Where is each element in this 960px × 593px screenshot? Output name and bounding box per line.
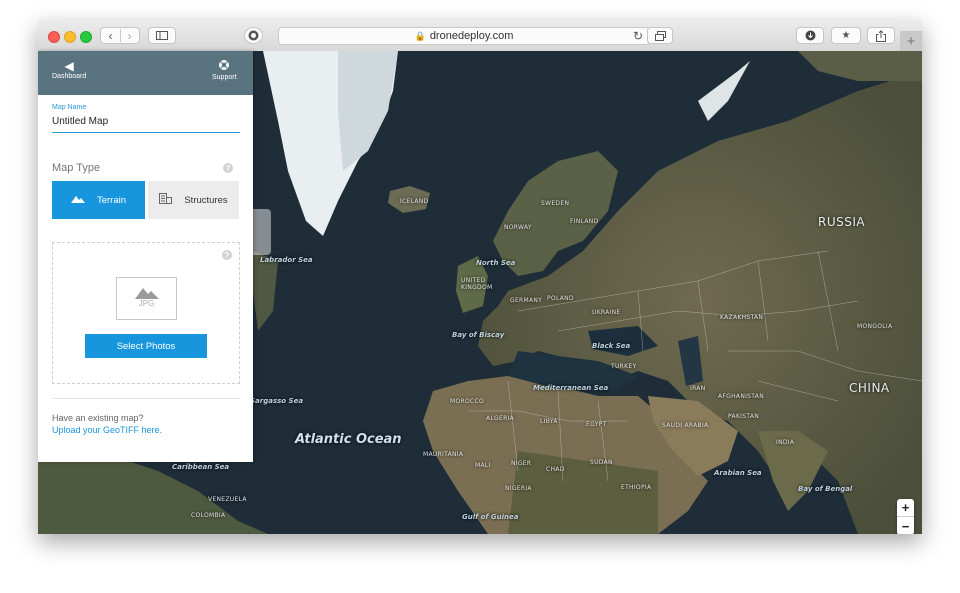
map-label-iceland: ICELAND	[400, 198, 429, 205]
mountain-icon	[70, 195, 85, 206]
map-label-germany: GERMANY	[510, 297, 543, 304]
map-label-pakistan: PAKISTAN	[728, 413, 760, 420]
map-name-input[interactable]: Untitled Map	[52, 116, 240, 133]
downloads-button[interactable]	[796, 27, 824, 44]
download-icon	[805, 30, 815, 41]
map-label-mauritania: MAURITANIA	[423, 451, 464, 458]
map-label-sargasso: Sargasso Sea	[250, 397, 304, 405]
maximize-window-button[interactable]	[80, 31, 92, 43]
map-label-chad: CHAD	[546, 466, 565, 473]
browser-toolbar: ‹ › 🔒 dronedeploy.com ↻ ★	[38, 20, 922, 52]
divider	[52, 398, 240, 399]
map-label-sweden: SWEDEN	[541, 200, 570, 207]
zoom-in-button[interactable]: +	[897, 499, 914, 517]
image-icon	[117, 285, 176, 299]
reload-icon[interactable]: ↻	[633, 29, 643, 43]
map-label-morocco: MOROCCO	[450, 398, 484, 405]
minimize-window-button[interactable]	[64, 31, 76, 43]
lifebuoy-icon	[212, 59, 237, 74]
back-icon[interactable]: ‹	[109, 29, 113, 43]
map-label-russia: RUSSIA	[818, 215, 866, 229]
map-label-gulf-of-guinea: Gulf of Guinea	[462, 513, 519, 521]
url-text: dronedeploy.com	[429, 30, 514, 42]
map-label-mongolia: MONGOLIA	[857, 323, 893, 330]
zoom-control: + −	[897, 499, 914, 534]
file-type-label: JPG	[138, 299, 155, 308]
map-label-iran: IRAN	[690, 385, 706, 392]
map-creation-sidebar: ◀ Dashboard Support Map Name Untitled Ma…	[38, 51, 253, 462]
structures-label: Structures	[184, 194, 228, 206]
help-icon[interactable]: ?	[223, 163, 233, 173]
dashboard-nav-button[interactable]: ◀ Dashboard	[52, 59, 86, 80]
map-label-kazakhstan: KAZAKHSTAN	[720, 314, 764, 321]
upload-help-icon[interactable]: ?	[222, 250, 232, 260]
map-label-mali: MALI	[475, 462, 491, 469]
back-arrow-icon: ◀	[64, 59, 74, 73]
map-label-afghanistan: AFGHANISTAN	[718, 393, 764, 400]
map-label-caribbean: Caribbean Sea	[172, 463, 230, 471]
share-button[interactable]	[867, 27, 895, 44]
star-icon: ★	[841, 30, 851, 41]
new-tab-button[interactable]: +	[900, 31, 922, 51]
map-label-india: INDIA	[776, 439, 795, 446]
map-label-nigeria: NIGERIA	[505, 485, 532, 492]
map-label-arabian-sea: Arabian Sea	[714, 469, 762, 477]
forward-icon[interactable]: ›	[128, 29, 132, 43]
map-label-libya: LIBYA	[540, 418, 558, 425]
map-label-saudi-arabia: SAUDI ARABIA	[662, 422, 709, 429]
terrain-type-button[interactable]: Terrain	[52, 181, 145, 219]
bookmark-button[interactable]: ★	[831, 27, 861, 44]
support-nav-button[interactable]: Support	[212, 59, 237, 81]
map-label-labrador: Labrador Sea	[260, 256, 313, 264]
sidebar-toggle-button[interactable]	[148, 27, 176, 44]
map-label-turkey: TURKEY	[611, 363, 637, 370]
support-nav-label: Support	[212, 74, 237, 81]
map-type-title: Map Type	[52, 162, 101, 174]
structures-type-button[interactable]: Structures	[148, 181, 239, 219]
photo-dropzone[interactable]: ? JPG Select Photos	[52, 242, 240, 384]
dashboard-nav-label: Dashboard	[52, 73, 87, 80]
map-label-china: CHINA	[849, 381, 890, 395]
lock-icon: 🔒	[414, 30, 426, 41]
zoom-out-button[interactable]: −	[897, 517, 914, 534]
map-label-niger: NIGER	[511, 460, 532, 467]
building-icon	[159, 193, 173, 207]
map-label-mediterranean: Mediterranean Sea	[533, 384, 609, 392]
map-label-bay-of-biscay: Bay of Biscay	[452, 331, 505, 339]
select-photos-button[interactable]: Select Photos	[85, 334, 207, 358]
map-label-venezuela: VENEZUELA	[208, 496, 247, 503]
extension-button[interactable]	[244, 27, 263, 44]
jpg-placeholder: JPG	[116, 277, 177, 320]
map-label-colombia: COLOMBIA	[191, 512, 226, 519]
close-window-button[interactable]	[48, 31, 60, 43]
back-forward-buttons[interactable]: ‹ ›	[100, 27, 140, 44]
browser-window: ‹ › 🔒 dronedeploy.com ↻ ★ + RUSSIA CHINA…	[38, 20, 922, 534]
map-label-uk: UNITED KINGDOM	[461, 277, 493, 291]
map-label-north-sea: North Sea	[476, 259, 516, 267]
map-label-bay-of-bengal: Bay of Bengal	[798, 485, 853, 493]
tabs-overview-button[interactable]	[647, 27, 673, 44]
map-label-sudan: SUDAN	[590, 459, 613, 466]
map-label-finland: FINLAND	[570, 218, 599, 225]
sidebar-collapse-handle[interactable]	[253, 209, 271, 255]
map-label-norway: NORWAY	[504, 224, 532, 231]
terrain-label: Terrain	[96, 194, 127, 206]
share-icon	[876, 29, 886, 42]
sidebar-icon	[156, 31, 168, 40]
map-label-black-sea: Black Sea	[592, 342, 631, 350]
address-bar[interactable]: 🔒 dronedeploy.com ↻	[278, 27, 650, 45]
map-label-algeria: ALGERIA	[486, 415, 515, 422]
sidebar-header: ◀ Dashboard Support	[38, 51, 253, 95]
grammarly-icon	[248, 30, 259, 41]
map-label-ethiopia: ETHIOPIA	[621, 484, 652, 491]
upload-geotiff-link[interactable]: Upload your GeoTIFF here.	[52, 425, 162, 435]
map-label-ukraine: UKRAINE	[592, 309, 621, 316]
tabs-icon	[654, 30, 666, 41]
existing-map-text: Have an existing map?	[52, 413, 144, 423]
map-name-label: Map Name	[52, 104, 87, 111]
map-label-egypt: EGYPT	[586, 421, 607, 428]
map-label-poland: POLAND	[547, 295, 574, 302]
map-label-atlantic: Atlantic Ocean	[295, 432, 402, 447]
